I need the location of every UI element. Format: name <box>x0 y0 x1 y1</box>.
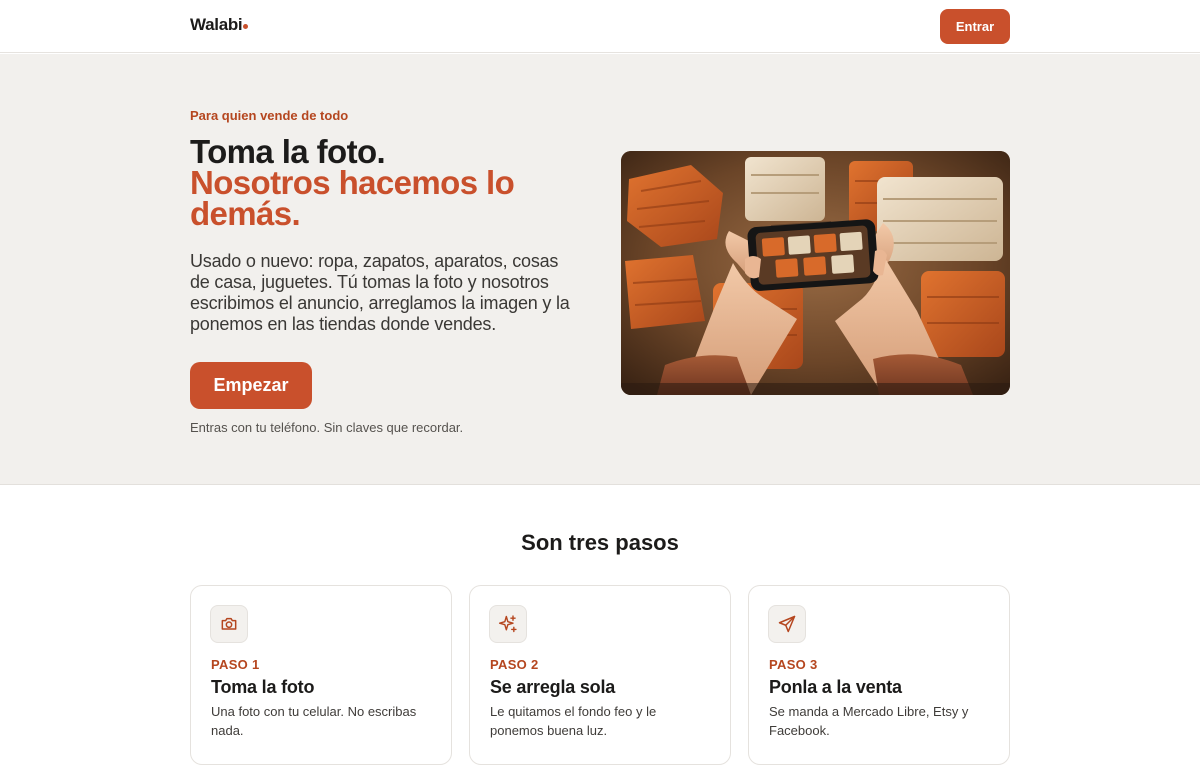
hero-title: Toma la foto. Nosotros hacemos lo demás. <box>190 133 590 232</box>
sparkles-icon <box>498 615 517 633</box>
steps-title: Son tres pasos <box>521 530 679 555</box>
send-icon <box>778 615 796 633</box>
step-description: Una foto con tu celular. No escribas nad… <box>211 704 417 738</box>
hands-photographing-clothes-image <box>621 151 1010 395</box>
brand-name: Walabi <box>190 15 243 34</box>
hero-title-line1: Toma la foto. <box>190 133 386 170</box>
step-icon-box <box>489 605 527 643</box>
step-title: Toma la foto <box>211 677 315 697</box>
login-button[interactable]: Entrar <box>940 9 1010 44</box>
step-label: PASO 2 <box>490 657 539 672</box>
step-card-2: PASO 2 Se arregla sola Le quitamos el fo… <box>469 585 731 765</box>
step-title: Se arregla sola <box>490 677 616 697</box>
camera-icon <box>221 617 237 630</box>
step-icon-box <box>768 605 806 643</box>
hero-section: Para quien vende de todo Toma la foto. N… <box>0 54 1200 485</box>
step-card-1: PASO 1 Toma la foto Una foto con tu celu… <box>190 585 452 765</box>
hero-eyebrow: Para quien vende de todo <box>190 108 349 123</box>
login-note: Entras con tu teléfono. Sin claves que r… <box>190 420 464 435</box>
step-title: Ponla a la venta <box>769 677 902 697</box>
logo-dot-icon <box>243 24 249 29</box>
step-label: PASO 3 <box>769 657 818 672</box>
step-label: PASO 1 <box>211 657 260 672</box>
step-card-3: PASO 3 Ponla a la venta Se manda a Merca… <box>748 585 1010 765</box>
hero-image <box>621 151 1010 395</box>
brand-logo[interactable]: Walabi <box>190 15 249 35</box>
hero-description: Usado o nuevo: ropa, zapatos, aparatos, … <box>190 251 570 334</box>
step-description: Le quitamos el fondo feo y le ponemos bu… <box>490 704 657 738</box>
top-nav: Walabi Entrar <box>0 0 1200 53</box>
hero-title-line2: Nosotros hacemos lo demás. <box>190 164 515 232</box>
step-icon-box <box>210 605 248 643</box>
start-button[interactable]: Empezar <box>190 362 312 409</box>
step-description: Se manda a Mercado Libre, Etsy y Faceboo… <box>769 704 969 738</box>
